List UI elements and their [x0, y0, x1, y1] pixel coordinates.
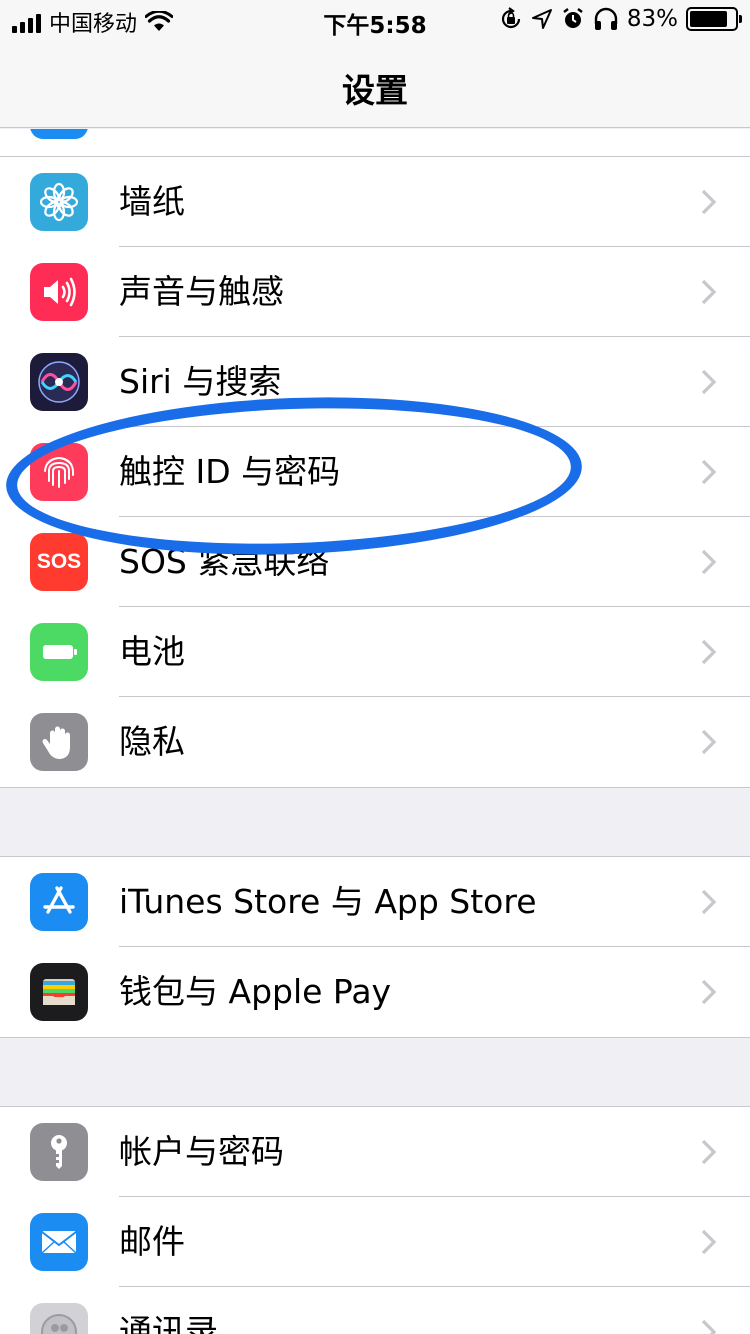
settings-row-label: 隐私 [119, 722, 185, 761]
chevron-right-icon [696, 549, 722, 575]
settings-row-label: 帐户与密码 [119, 1132, 284, 1171]
chevron-right-icon [696, 639, 722, 665]
settings-row-mail[interactable]: 邮件 [0, 1197, 750, 1287]
chevron-right-icon [696, 1139, 722, 1165]
settings-row-label: 声音与触感 [119, 272, 284, 311]
settings-row-label: 墙纸 [119, 182, 185, 221]
settings-group-general: 墙纸 声音与触感 Siri 与搜索 触控 ID 与密码 SOS SOS 紧急联络… [0, 157, 750, 787]
display-brightness-icon [30, 129, 88, 139]
settings-row-wallpaper[interactable]: 墙纸 [0, 157, 750, 247]
chevron-right-icon [696, 889, 722, 915]
chevron-right-icon [696, 189, 722, 215]
settings-row-label: Siri 与搜索 [119, 362, 282, 401]
battery-icon [686, 7, 742, 31]
settings-group-accounts: 帐户与密码 邮件 通讯录 [0, 1107, 750, 1334]
settings-row-label: iTunes Store 与 App Store [119, 882, 537, 921]
wallet-icon [30, 963, 88, 1021]
status-right: 83% [499, 6, 742, 32]
chevron-right-icon [696, 369, 722, 395]
settings-list[interactable]: 墙纸 声音与触感 Siri 与搜索 触控 ID 与密码 SOS SOS 紧急联络… [0, 129, 750, 1334]
chevron-right-icon [696, 459, 722, 485]
settings-row-label: 电池 [119, 632, 185, 671]
settings-row-label: SOS 紧急联络 [119, 542, 330, 581]
page-title: 设置 [342, 71, 408, 110]
settings-row-emergency-sos[interactable]: SOS SOS 紧急联络 [0, 517, 750, 607]
chevron-right-icon [696, 279, 722, 305]
chevron-right-icon [696, 1319, 722, 1334]
contacts-icon [30, 1303, 88, 1334]
sos-icon: SOS [30, 533, 88, 591]
settings-row-privacy[interactable]: 隐私 [0, 697, 750, 787]
settings-group-stores: iTunes Store 与 App Store 钱包与 Apple Pay [0, 857, 750, 1037]
battery-icon [30, 623, 88, 681]
key-icon [30, 1123, 88, 1181]
settings-row-accounts-passwords[interactable]: 帐户与密码 [0, 1107, 750, 1197]
settings-row-wallet-apple-pay[interactable]: 钱包与 Apple Pay [0, 947, 750, 1037]
chevron-right-icon [696, 1229, 722, 1255]
settings-row-label: 邮件 [119, 1222, 185, 1261]
section-spacer [0, 787, 750, 857]
settings-row-contacts[interactable]: 通讯录 [0, 1287, 750, 1334]
chevron-right-icon [696, 979, 722, 1005]
sos-icon-text: SOS [36, 550, 82, 573]
settings-row-label: 钱包与 Apple Pay [119, 972, 392, 1011]
fingerprint-icon [30, 443, 88, 501]
chevron-right-icon [696, 729, 722, 755]
wallpaper-flower-icon [30, 173, 88, 231]
settings-row-sounds[interactable]: 声音与触感 [0, 247, 750, 337]
status-bar: 中国移动 下午5:58 83% [0, 0, 750, 40]
location-arrow-icon [531, 9, 552, 29]
settings-row-touch-id[interactable]: 触控 ID 与密码 [0, 427, 750, 517]
battery-percentage: 83% [626, 6, 678, 32]
hand-icon [30, 713, 88, 771]
app-store-icon [30, 873, 88, 931]
speaker-icon [30, 263, 88, 321]
settings-row-label: 触控 ID 与密码 [119, 452, 341, 491]
rotation-lock-icon [501, 7, 520, 29]
battery-level-fill [690, 11, 727, 27]
mail-icon [30, 1213, 88, 1271]
settings-row-label: 通讯录 [119, 1312, 218, 1334]
section-spacer [0, 1037, 750, 1107]
headphones-icon [594, 7, 618, 30]
navigation-bar: 设置 [0, 40, 750, 128]
settings-row-battery[interactable]: 电池 [0, 607, 750, 697]
siri-icon [30, 353, 88, 411]
settings-row-siri[interactable]: Siri 与搜索 [0, 337, 750, 427]
partial-settings-row[interactable] [0, 129, 750, 157]
alarm-icon [563, 8, 583, 28]
settings-row-itunes-app-store[interactable]: iTunes Store 与 App Store [0, 857, 750, 947]
